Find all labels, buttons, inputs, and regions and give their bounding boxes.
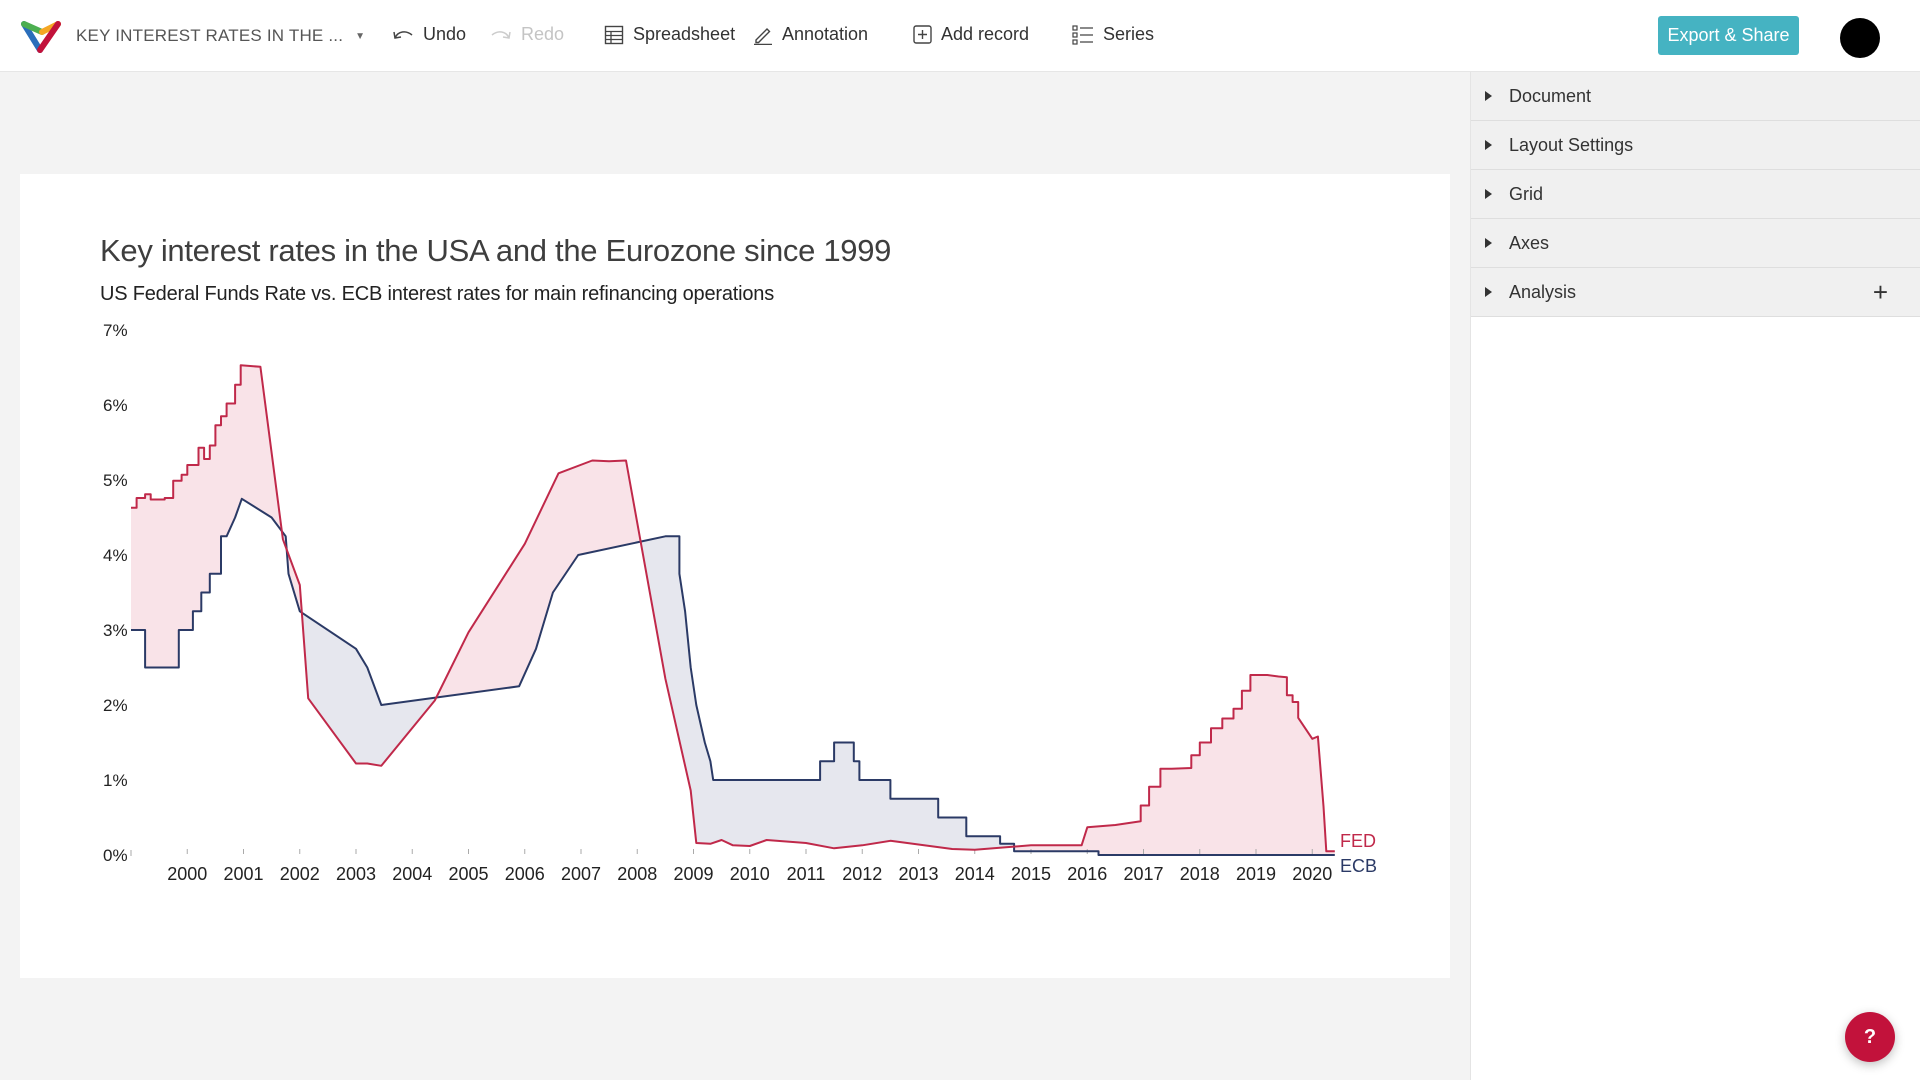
chart-plot: 2000 2001 2002 2003 2004 2005 2006 2007 2008 2009… [103, 321, 1377, 884]
expand-arrow-icon [1485, 287, 1492, 297]
x-tick-label: 2020 [1292, 864, 1332, 884]
x-tick-label: 2002 [280, 864, 320, 884]
x-tick-label: 2004 [392, 864, 432, 884]
settings-sidebar: Document Layout Settings Grid Axes Analy… [1470, 72, 1920, 1080]
expand-arrow-icon [1485, 91, 1492, 101]
x-tick-label: 2000 [167, 864, 207, 884]
y-tick-label: 0% [103, 846, 128, 865]
y-tick-label: 1% [103, 771, 128, 790]
y-tick-label: 3% [103, 621, 128, 640]
y-tick-label: 5% [103, 471, 128, 490]
x-tick-label: 2010 [730, 864, 770, 884]
y-tick-label: 4% [103, 546, 128, 565]
expand-arrow-icon [1485, 189, 1492, 199]
expand-arrow-icon [1485, 140, 1492, 150]
x-tick-label: 2015 [1011, 864, 1051, 884]
x-tick-label: 2014 [955, 864, 995, 884]
user-avatar[interactable] [1840, 18, 1880, 58]
export-share-button[interactable]: Export & Share [1658, 16, 1799, 55]
y-tick-label: 7% [103, 321, 128, 340]
x-tick-label: 2003 [336, 864, 376, 884]
x-tick-label: 2013 [898, 864, 938, 884]
panel-label: Axes [1509, 232, 1550, 253]
panel-label: Layout Settings [1509, 134, 1634, 155]
help-button[interactable]: ? [1845, 1012, 1895, 1062]
x-tick-label: 2011 [787, 864, 826, 884]
expand-arrow-icon [1485, 238, 1492, 248]
panel-grid[interactable]: Grid [1471, 170, 1920, 219]
legend-ecb: ECB [1340, 856, 1377, 876]
x-tick-label: 2007 [561, 864, 601, 884]
x-tick-label: 2009 [673, 864, 713, 884]
panel-label: Grid [1509, 183, 1544, 204]
x-tick-label: 2018 [1180, 864, 1220, 884]
fed-above-fill [1014, 675, 1335, 855]
x-tick-label: 2017 [1123, 864, 1163, 884]
fed-above-fill [131, 365, 282, 668]
panel-layout-settings[interactable]: Layout Settings [1471, 121, 1920, 170]
x-tick-label: 2019 [1236, 864, 1276, 884]
y-tick-label: 6% [103, 396, 128, 415]
x-tick-label: 2008 [617, 864, 657, 884]
fed-above-fill [436, 460, 641, 698]
panel-label: Document [1509, 85, 1592, 106]
x-tick-label: 2016 [1067, 864, 1107, 884]
x-tick-label: 2012 [842, 864, 882, 884]
add-analysis-icon[interactable]: + [1873, 279, 1888, 305]
x-tick-label: 2001 [223, 864, 263, 884]
panel-label: Analysis [1509, 281, 1577, 302]
y-tick-label: 2% [103, 696, 128, 715]
fed-line [131, 364, 1335, 853]
ecb-above-fill [302, 612, 437, 766]
x-tick-label: 2005 [448, 864, 488, 884]
legend-fed: FED [1340, 831, 1376, 851]
x-tick-label: 2006 [505, 864, 545, 884]
panel-analysis[interactable]: Analysis + [1471, 268, 1920, 317]
ecb-above-fill [640, 536, 1015, 852]
panel-document[interactable]: Document [1471, 72, 1920, 121]
panel-axes[interactable]: Axes [1471, 219, 1920, 268]
